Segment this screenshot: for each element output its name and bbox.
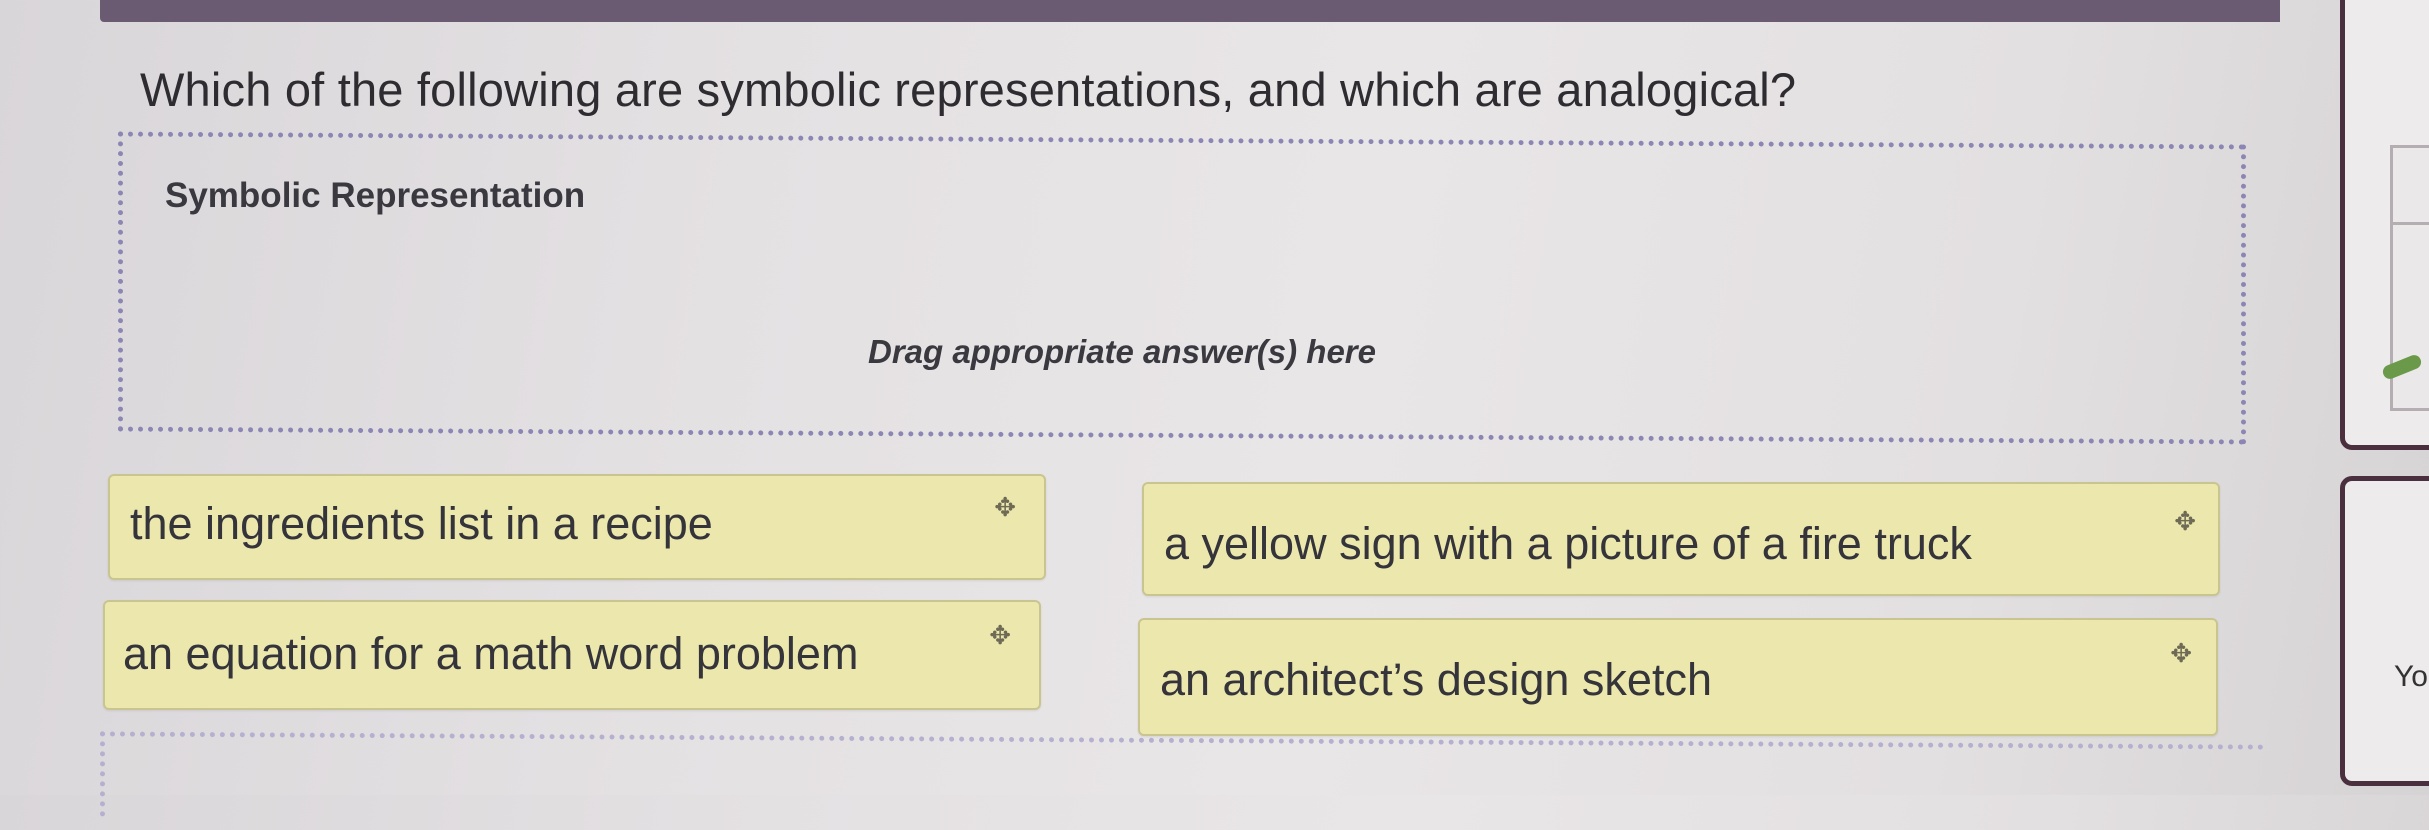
answer-tile[interactable]: the ingredients list in a recipe ✥ [108, 474, 1046, 580]
answer-tile[interactable]: a yellow sign with a picture of a fire t… [1142, 482, 2220, 596]
answer-tile-label: an architect’s design sketch [1160, 654, 1712, 705]
header-bar [100, 0, 2280, 22]
side-panel-text: Yo [2394, 660, 2428, 693]
analogical-drop-zone[interactable] [100, 731, 2265, 830]
side-panel-divider [2392, 222, 2429, 225]
drop-zone-hint: Drag appropriate answer(s) here [868, 333, 1376, 370]
answer-tile-label: the ingredients list in a recipe [130, 498, 713, 549]
drop-zone-title: Symbolic Representation [165, 176, 586, 215]
answer-tile[interactable]: an equation for a math word problem ✥ [103, 600, 1041, 710]
answer-tile-label: a yellow sign with a picture of a fire t… [1164, 518, 1972, 569]
answer-tile-label: an equation for a math word problem [123, 628, 859, 679]
side-panel-card[interactable] [2340, 476, 2429, 786]
question-text: Which of the following are symbolic repr… [140, 63, 1797, 116]
move-icon[interactable]: ✥ [2174, 506, 2196, 537]
answer-tile[interactable]: an architect’s design sketch ✥ [1138, 618, 2218, 736]
move-icon[interactable]: ✥ [989, 620, 1011, 651]
move-icon[interactable]: ✥ [994, 492, 1016, 523]
move-icon[interactable]: ✥ [2170, 638, 2192, 669]
